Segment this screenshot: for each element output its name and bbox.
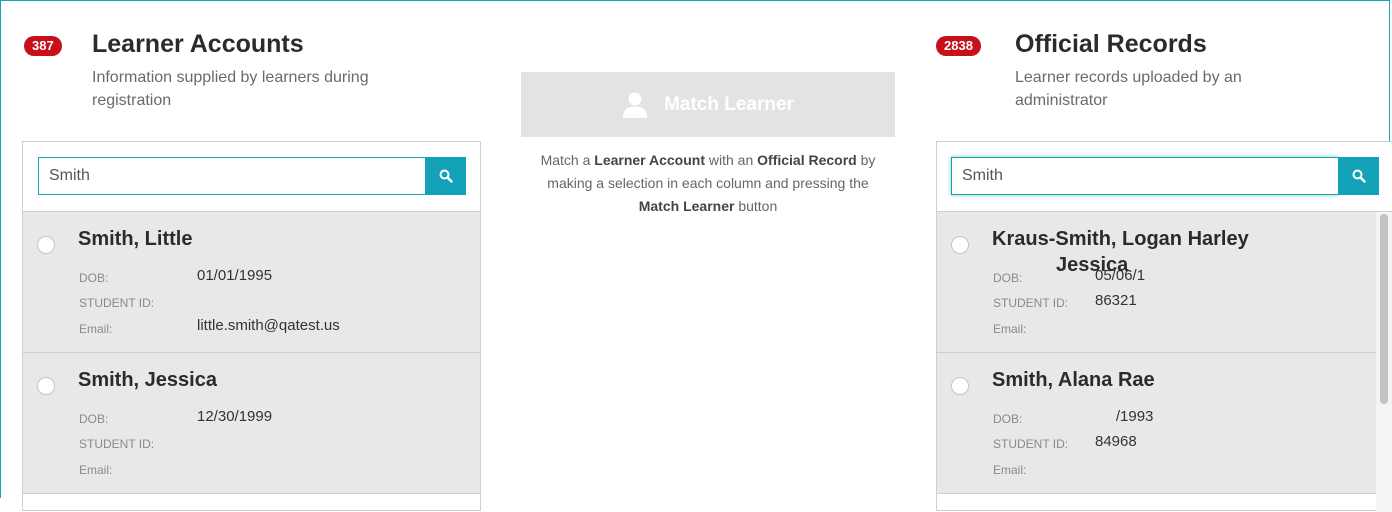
student-id-label: STUDENT ID: xyxy=(79,437,155,451)
email-label: Email: xyxy=(993,322,1027,336)
official-record-radio[interactable] xyxy=(951,377,969,395)
learner-search-input[interactable] xyxy=(38,157,425,195)
dob-value: 01/01/1995 xyxy=(197,267,273,284)
official-records-subtitle: Learner records uploaded by an administr… xyxy=(1015,69,1242,109)
learner-search xyxy=(38,157,466,195)
learner-accounts-subtitle: Information supplied by learners during … xyxy=(92,69,369,109)
official-record-radio[interactable] xyxy=(951,236,969,254)
learner-accounts-column: 387 Learner Accounts Information supplie… xyxy=(22,0,481,511)
official-records-column: 2838 Official Records Learner records up… xyxy=(936,0,1392,512)
dob-label: DOB: xyxy=(79,271,109,285)
search-icon xyxy=(439,169,453,183)
email-value: little.smith@qatest.us xyxy=(197,317,340,334)
official-search-button[interactable] xyxy=(1338,157,1379,195)
record-name: Smith, Little xyxy=(78,228,193,250)
learner-record-list: Smith, Little DOB: 01/01/1995 STUDENT ID… xyxy=(23,212,480,494)
learner-record-radio[interactable] xyxy=(37,377,55,395)
student-id-label: STUDENT ID: xyxy=(993,437,1069,451)
match-learner-label: Match Learner xyxy=(664,93,794,115)
learner-accounts-panel: Smith, Little DOB: 01/01/1995 STUDENT ID… xyxy=(22,141,481,511)
official-search xyxy=(951,157,1379,195)
student-id-value: 86321 xyxy=(1095,292,1137,309)
learner-record-radio[interactable] xyxy=(37,236,55,254)
student-id-label: STUDENT ID: xyxy=(79,296,155,310)
official-count-badge: 2838 xyxy=(936,36,981,56)
dob-label: DOB: xyxy=(993,412,1023,426)
record-name: Smith, Alana Rae xyxy=(992,369,1155,391)
email-label: Email: xyxy=(79,463,113,477)
match-learner-button[interactable]: Match Learner xyxy=(521,72,895,137)
official-record[interactable]: Kraus-Smith, Logan Harley DOB: 05/06/1 S… xyxy=(937,212,1376,353)
student-id-label: STUDENT ID: xyxy=(993,296,1069,310)
official-records-header: 2838 Official Records Learner records up… xyxy=(936,0,1392,140)
records-scrollbar[interactable] xyxy=(1376,212,1392,512)
student-id-value: 84968 xyxy=(1095,433,1137,450)
learner-search-button[interactable] xyxy=(425,157,466,195)
dob-label: DOB: xyxy=(79,412,109,426)
dob-value: 12/30/1999 xyxy=(197,408,273,425)
email-label: Email: xyxy=(79,322,113,336)
official-records-panel: Kraus-Smith, Logan Harley DOB: 05/06/1 S… xyxy=(936,141,1392,512)
email-label: Email: xyxy=(993,463,1027,477)
learner-record[interactable]: Smith, Jessica DOB: 12/30/1999 STUDENT I… xyxy=(23,353,480,494)
official-record-list: Kraus-Smith, Logan Harley DOB: 05/06/1 S… xyxy=(937,212,1376,494)
learner-record[interactable]: Smith, Little DOB: 01/01/1995 STUDENT ID… xyxy=(23,212,480,353)
learner-accounts-header: 387 Learner Accounts Information supplie… xyxy=(22,0,481,140)
dob-label: DOB: xyxy=(993,271,1023,285)
official-records-title: Official Records xyxy=(1015,30,1207,58)
official-search-input[interactable] xyxy=(951,157,1338,195)
official-record[interactable]: Smith, Alana Rae DOB: /1993 STUDENT ID: … xyxy=(937,353,1376,494)
learner-count-badge: 387 xyxy=(24,36,62,56)
search-icon xyxy=(1352,169,1366,183)
record-name: Smith, Jessica xyxy=(78,369,217,391)
match-instructions: Match a Learner Account with an Official… xyxy=(540,152,876,214)
record-name: Kraus-Smith, Logan Harley xyxy=(992,228,1249,250)
user-icon xyxy=(623,92,648,118)
dob-value: /1993 xyxy=(1095,408,1154,425)
dragged-name-overlay: Jessica xyxy=(1056,254,1129,276)
learner-accounts-title: Learner Accounts xyxy=(92,30,304,58)
scrollbar-thumb[interactable] xyxy=(1380,214,1388,404)
